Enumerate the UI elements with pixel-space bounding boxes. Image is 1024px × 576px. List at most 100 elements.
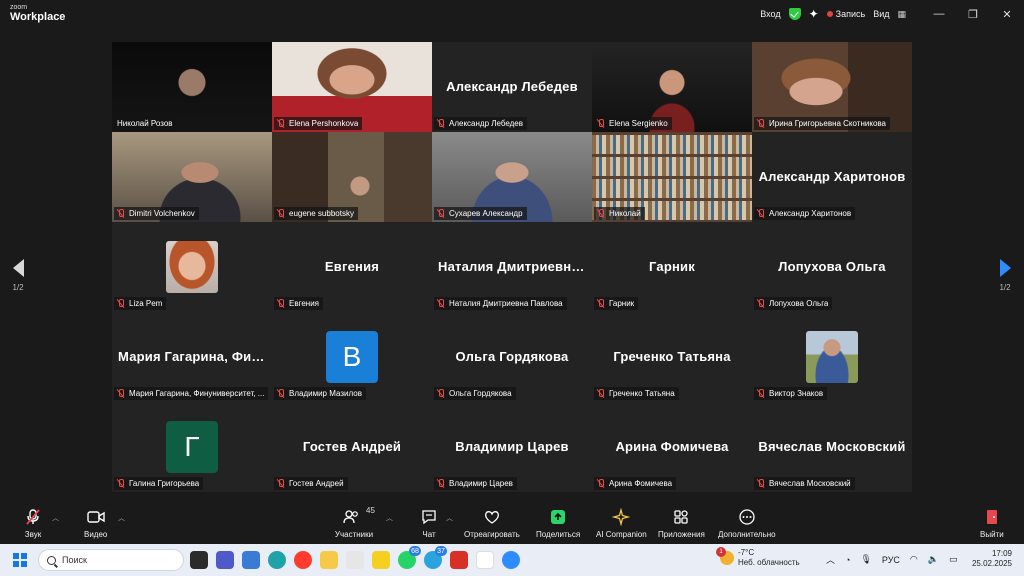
- task-view-icon[interactable]: [190, 551, 208, 569]
- mic-muted-icon: [277, 479, 285, 488]
- participants-button[interactable]: 45 Участники: [334, 506, 375, 539]
- yandex-browser-icon[interactable]: [294, 551, 312, 569]
- participant-name: Ольга Гордякова: [449, 389, 512, 398]
- participant-tile[interactable]: Сухарев Александр: [432, 132, 592, 222]
- share-screen-icon: [551, 510, 566, 524]
- participant-name: Ирина Григорьевна Скотникова: [769, 119, 886, 128]
- store-icon[interactable]: [242, 551, 260, 569]
- mic-muted-icon: [597, 389, 605, 398]
- zoom-taskbar-icon[interactable]: [502, 551, 520, 569]
- participant-name: Галина Григорьева: [129, 479, 200, 488]
- volume-icon[interactable]: 🔈: [928, 554, 939, 565]
- participant-tile[interactable]: Евгения Евгения: [272, 222, 432, 312]
- participant-name: Арина Фомичева: [609, 479, 673, 488]
- participants-label: Участники: [334, 530, 374, 539]
- ai-sparkle-icon[interactable]: ✦: [809, 8, 819, 20]
- leave-label: Выйти: [980, 530, 1004, 539]
- participant-tile[interactable]: Вячеслав Московский Вячеслав Московский: [752, 402, 912, 492]
- participant-name: Dimitri Volchenkov: [129, 209, 195, 218]
- taskbar-clock[interactable]: 17:09 25.02.2025: [968, 549, 1012, 570]
- recording-indicator[interactable]: Запись: [826, 9, 866, 19]
- participant-name: Виктор Знаков: [769, 389, 824, 398]
- apps-button[interactable]: Приложения: [658, 508, 705, 539]
- maximize-button[interactable]: ❐: [956, 0, 990, 28]
- participant-tile[interactable]: Наталия Дмитриевна Павлова Наталия Дмитри…: [432, 222, 592, 312]
- encryption-shield-icon[interactable]: [788, 8, 801, 20]
- participant-display-name: Гостев Андрей: [302, 439, 402, 454]
- input-language[interactable]: РУС: [882, 555, 900, 565]
- wifi-icon[interactable]: ◠: [910, 554, 918, 565]
- participant-tile[interactable]: Мария Гагарина, Финуниверситет Мария Гага…: [112, 312, 272, 402]
- participant-tile[interactable]: Elena Pershonkova: [272, 42, 432, 132]
- participant-tile[interactable]: Виктор Знаков: [752, 312, 912, 402]
- battery-icon[interactable]: ▭: [949, 554, 958, 565]
- minimize-button[interactable]: —: [922, 0, 956, 28]
- edge-icon[interactable]: [268, 551, 286, 569]
- video-gallery: Николай Розов Elena Pershonkova Александр …: [112, 42, 912, 494]
- participant-tile[interactable]: Александр Харитонов Александр Харитонов: [752, 132, 912, 222]
- participant-display-name: Александр Лебедев: [446, 79, 578, 94]
- video-button[interactable]: Видео: [84, 508, 107, 539]
- participant-tile[interactable]: Владимир Царев Владимир Царев: [432, 402, 592, 492]
- participant-tile[interactable]: Лопухова Ольга Лопухова Ольга: [752, 222, 912, 312]
- close-window-button[interactable]: ✕: [990, 0, 1024, 28]
- share-button[interactable]: Поделиться: [536, 508, 580, 539]
- ai-companion-button[interactable]: AI Companion: [596, 508, 647, 539]
- weather-temp: -7°C: [738, 548, 755, 557]
- taskbar-search-input[interactable]: Поиск: [38, 549, 184, 571]
- more-button[interactable]: Дополнительно: [718, 508, 776, 539]
- participant-tile[interactable]: Николай: [592, 132, 752, 222]
- leave-button[interactable]: Выйти: [980, 508, 1004, 539]
- chat-button[interactable]: Чат: [420, 508, 438, 539]
- view-grid-icon[interactable]: ▦: [897, 9, 906, 20]
- leave-door-icon: [986, 510, 997, 524]
- network-icon[interactable]: ◔: [845, 555, 850, 565]
- clock-time: 17:09: [991, 549, 1012, 558]
- react-button[interactable]: Отреагировать: [464, 508, 520, 539]
- recording-label: Запись: [835, 9, 866, 19]
- participant-display-name: Александр Харитонов: [758, 169, 906, 184]
- app-icon[interactable]: [346, 551, 364, 569]
- windows-start-icon[interactable]: [13, 553, 27, 567]
- participant-tile[interactable]: Гарник Гарник: [592, 222, 752, 312]
- teams-icon[interactable]: [216, 551, 234, 569]
- file-explorer-icon[interactable]: [320, 551, 338, 569]
- enter-button[interactable]: Вход: [760, 9, 780, 19]
- audio-options-chevron-icon[interactable]: ︿: [52, 513, 59, 523]
- tray-chevron-up-icon[interactable]: ︿: [826, 553, 835, 566]
- next-page-button[interactable]: 1/2: [990, 259, 1020, 292]
- participant-name: Николай: [609, 209, 641, 218]
- participant-name: Мария Гагарина, Финуниверситет, ...: [129, 389, 265, 398]
- mic-muted-icon: [117, 209, 125, 218]
- participant-tile[interactable]: Liza Pem: [112, 222, 272, 312]
- weather-widget[interactable]: 1 -7°C Неб. облачность: [716, 546, 800, 567]
- video-options-chevron-icon[interactable]: ︿: [118, 513, 125, 523]
- view-button[interactable]: Вид: [873, 9, 889, 19]
- yandex-icon[interactable]: [476, 551, 494, 569]
- participant-display-name: Владимир Царев: [455, 439, 569, 454]
- mic-muted-icon: [117, 299, 125, 308]
- participant-tile[interactable]: Николай Розов: [112, 42, 272, 132]
- participant-tile[interactable]: Ирина Григорьевна Скотникова: [752, 42, 912, 132]
- audio-button[interactable]: Звук: [24, 508, 42, 539]
- participant-tile[interactable]: Elena Sergienko: [592, 42, 752, 132]
- app-icon-2[interactable]: [372, 551, 390, 569]
- chat-options-chevron-icon[interactable]: ︿: [446, 513, 453, 523]
- participant-nameplate: Владимир Царев: [434, 477, 517, 490]
- participants-options-chevron-icon[interactable]: ︿: [386, 513, 393, 523]
- telegram-icon[interactable]: 37: [424, 546, 447, 569]
- participant-tile[interactable]: Александр Лебедев Александр Лебедев: [432, 42, 592, 132]
- prev-page-button[interactable]: 1/2: [3, 259, 33, 292]
- participant-tile[interactable]: Арина Фомичева Арина Фомичева: [592, 402, 752, 492]
- microphone-tray-icon[interactable]: 🎙: [860, 554, 871, 565]
- participant-tile[interactable]: Гостев Андрей Гостев Андрей: [272, 402, 432, 492]
- participant-tile[interactable]: Dimitri Volchenkov: [112, 132, 272, 222]
- participant-tile[interactable]: Ольга Гордякова Ольга Гордякова: [432, 312, 592, 402]
- participant-tile[interactable]: eugene subbotsky: [272, 132, 432, 222]
- participant-tile[interactable]: Греченко Татьяна Греченко Татьяна: [592, 312, 752, 402]
- participant-tile[interactable]: В Владимир Мазилов: [272, 312, 432, 402]
- pdf-reader-icon[interactable]: [450, 551, 468, 569]
- search-icon: [47, 555, 56, 565]
- whatsapp-icon[interactable]: 68: [398, 546, 421, 569]
- participant-tile[interactable]: Г Галина Григорьева: [112, 402, 272, 492]
